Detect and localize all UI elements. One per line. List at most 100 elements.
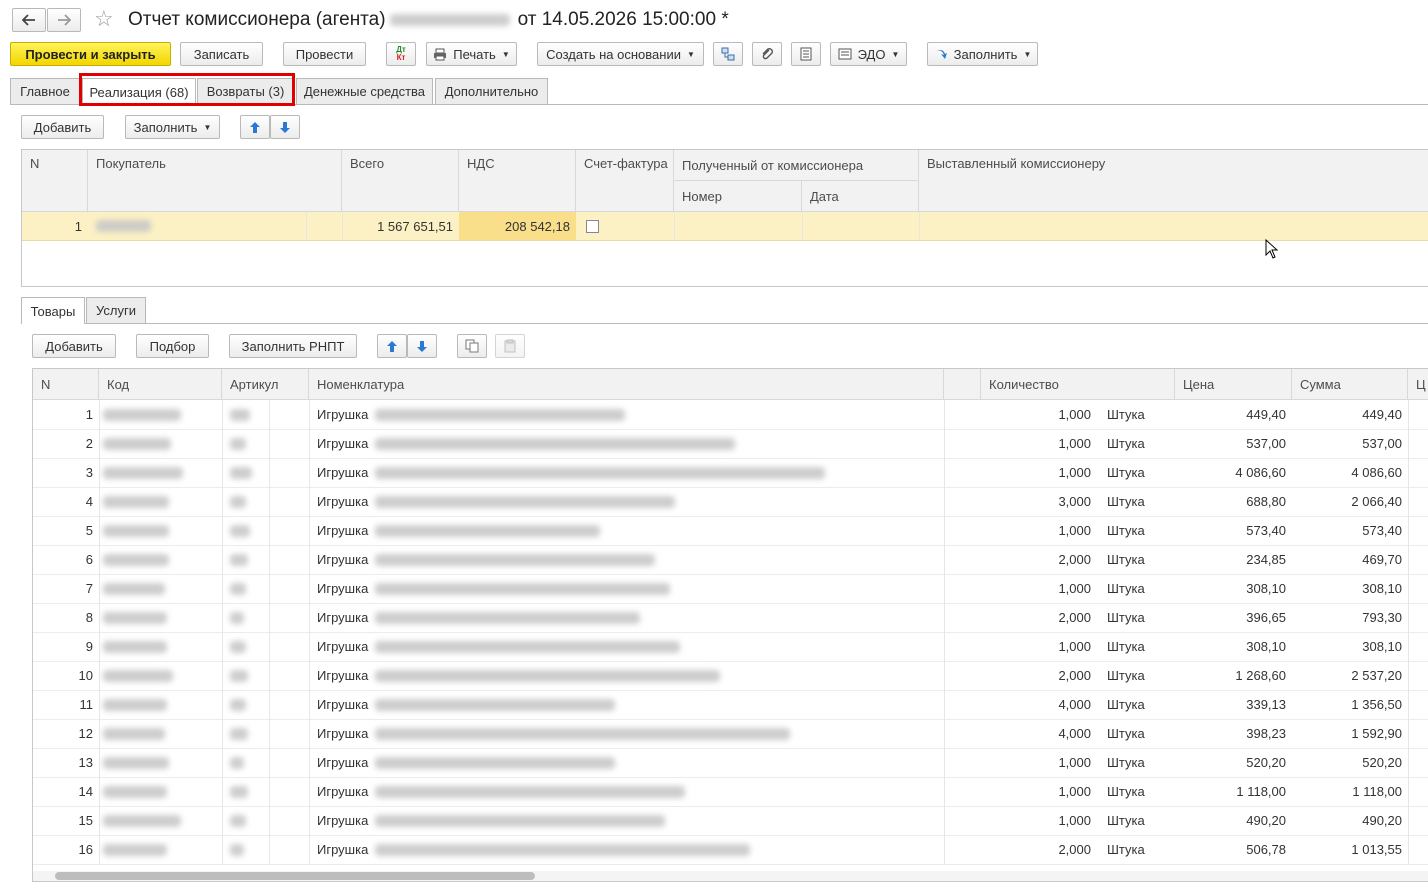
forward-button[interactable] bbox=[47, 8, 81, 32]
col-divider bbox=[944, 719, 945, 748]
document-structure-icon bbox=[721, 47, 735, 61]
table-row[interactable]: 12 Игрушка 4,000 Штука 398,23 1 592,90 bbox=[33, 719, 1428, 749]
unit: Штука bbox=[1107, 784, 1145, 799]
save-button[interactable]: Записать bbox=[180, 42, 263, 66]
sum: 1 118,00 bbox=[1352, 784, 1402, 799]
table-row[interactable]: 6 Игрушка 2,000 Штука 234,85 469,70 bbox=[33, 545, 1428, 575]
qty: 1,000 bbox=[1058, 755, 1091, 770]
article-blurred bbox=[230, 806, 300, 835]
scrollbar-thumb[interactable] bbox=[55, 872, 535, 880]
col-divider bbox=[944, 806, 945, 835]
fill-rnpt-button[interactable]: Заполнить РНПТ bbox=[229, 334, 357, 358]
table-row[interactable]: 14 Игрушка 1,000 Штука 1 118,00 1 118,00 bbox=[33, 777, 1428, 807]
table-row[interactable]: 13 Игрушка 1,000 Штука 520,20 520,20 bbox=[33, 748, 1428, 778]
unit: Штука bbox=[1107, 465, 1145, 480]
code-blurred bbox=[103, 429, 213, 458]
post-and-close-button[interactable]: Провести и закрыть bbox=[10, 42, 171, 66]
structure-button[interactable] bbox=[713, 42, 743, 66]
invoice-checkbox[interactable] bbox=[586, 219, 599, 233]
col-divider bbox=[99, 429, 100, 458]
article-blurred bbox=[230, 429, 300, 458]
attachments-button[interactable] bbox=[752, 42, 782, 66]
col-divider bbox=[269, 545, 270, 574]
price: 308,10 bbox=[1246, 639, 1286, 654]
unit: Штука bbox=[1107, 755, 1145, 770]
subtab-services[interactable]: Услуги bbox=[86, 297, 146, 323]
nomenclature-name: Игрушка bbox=[317, 581, 369, 596]
col-divider bbox=[1408, 603, 1409, 632]
col-divider bbox=[269, 690, 270, 719]
table-row[interactable]: 11 Игрушка 4,000 Штука 339,13 1 356,50 bbox=[33, 690, 1428, 720]
tab-additional[interactable]: Дополнительно bbox=[435, 78, 548, 104]
row-n: 15 bbox=[78, 813, 93, 828]
nomenclature-name: Игрушка bbox=[317, 784, 369, 799]
add-buyer-button[interactable]: Добавить bbox=[21, 115, 104, 139]
table-row[interactable]: 15 Игрушка 1,000 Штука 490,20 490,20 bbox=[33, 806, 1428, 836]
copy-button[interactable] bbox=[457, 334, 487, 358]
price: 1 268,60 bbox=[1235, 668, 1286, 683]
col-divider bbox=[1408, 632, 1409, 661]
chevron-down-icon: ▼ bbox=[891, 49, 900, 59]
post-button[interactable]: Провести bbox=[283, 42, 366, 66]
horizontal-scrollbar[interactable] bbox=[33, 871, 1428, 881]
col-divider bbox=[222, 632, 223, 661]
table-row[interactable]: 10 Игрушка 2,000 Штука 1 268,60 2 537,20 bbox=[33, 661, 1428, 691]
tab-main[interactable]: Главное bbox=[10, 78, 80, 104]
col-divider bbox=[222, 748, 223, 777]
report-button[interactable] bbox=[791, 42, 821, 66]
table-row[interactable]: 9 Игрушка 1,000 Штука 308,10 308,10 bbox=[33, 632, 1428, 662]
goods-move-up-button[interactable] bbox=[377, 334, 407, 358]
back-button[interactable] bbox=[12, 8, 46, 32]
code-blurred bbox=[103, 835, 213, 864]
buyers-table-row[interactable]: 1 1 567 651,51 208 542,18 bbox=[22, 212, 1428, 241]
unit: Штука bbox=[1107, 639, 1145, 654]
col-divider bbox=[99, 574, 100, 603]
price: 520,20 bbox=[1246, 755, 1286, 770]
tab-cash[interactable]: Денежные средства bbox=[296, 78, 433, 104]
goods-move-down-button[interactable] bbox=[407, 334, 437, 358]
row-n: 13 bbox=[78, 755, 93, 770]
sum: 1 013,55 bbox=[1351, 842, 1402, 857]
col-divider bbox=[99, 835, 100, 864]
table-row[interactable]: 7 Игрушка 1,000 Штука 308,10 308,10 bbox=[33, 574, 1428, 604]
buyer-vat[interactable]: 208 542,18 bbox=[459, 212, 576, 240]
col-divider bbox=[309, 487, 310, 516]
print-button[interactable]: Печать ▼ bbox=[426, 42, 517, 66]
move-down-button[interactable] bbox=[270, 115, 300, 139]
table-row[interactable]: 5 Игрушка 1,000 Штука 573,40 573,40 bbox=[33, 516, 1428, 546]
col-qty: Количество bbox=[981, 369, 1175, 399]
col-divider bbox=[309, 516, 310, 545]
fill-realization-button[interactable]: Заполнить ▼ bbox=[125, 115, 220, 139]
buyers-table-header: N Покупатель Всего НДС Счет-фактура Полу… bbox=[22, 150, 1428, 212]
paste-button[interactable] bbox=[495, 334, 525, 358]
favorite-star-icon[interactable]: ☆ bbox=[94, 8, 114, 30]
table-row[interactable]: 4 Игрушка 3,000 Штука 688,80 2 066,40 bbox=[33, 487, 1428, 517]
price: 573,40 bbox=[1246, 523, 1286, 538]
table-row[interactable]: 8 Игрушка 2,000 Штука 396,65 793,30 bbox=[33, 603, 1428, 633]
nomenclature-detail-blurred bbox=[375, 545, 835, 574]
select-goods-button[interactable]: Подбор bbox=[136, 334, 209, 358]
code-blurred bbox=[103, 400, 213, 429]
dtkt-button[interactable]: Дт Кт bbox=[386, 42, 416, 66]
buyer-row-n: 1 bbox=[74, 218, 82, 234]
fill-main-button[interactable]: Заполнить ▼ bbox=[927, 42, 1038, 66]
table-row[interactable]: 1 Игрушка 1,000 Штука 449,40 449,40 bbox=[33, 400, 1428, 430]
col-divider bbox=[222, 806, 223, 835]
arrow-down-icon bbox=[417, 340, 427, 352]
create-based-on-button[interactable]: Создать на основании ▼ bbox=[537, 42, 704, 66]
edo-button[interactable]: ЭДО ▼ bbox=[830, 42, 907, 66]
title-counterparty-blurred bbox=[389, 14, 510, 26]
unit: Штука bbox=[1107, 523, 1145, 538]
table-row[interactable]: 3 Игрушка 1,000 Штука 4 086,60 4 086,60 bbox=[33, 458, 1428, 488]
move-up-button[interactable] bbox=[240, 115, 270, 139]
subtab-goods[interactable]: Товары bbox=[21, 297, 85, 324]
table-row[interactable]: 16 Игрушка 2,000 Штука 506,78 1 013,55 bbox=[33, 835, 1428, 865]
article-blurred bbox=[230, 458, 300, 487]
table-row[interactable]: 2 Игрушка 1,000 Штука 537,00 537,00 bbox=[33, 429, 1428, 459]
col-divider bbox=[269, 719, 270, 748]
col-divider bbox=[944, 400, 945, 429]
qty: 1,000 bbox=[1058, 523, 1091, 538]
add-goods-button[interactable]: Добавить bbox=[32, 334, 116, 358]
article-blurred bbox=[230, 661, 300, 690]
nomenclature-name: Игрушка bbox=[317, 552, 369, 567]
